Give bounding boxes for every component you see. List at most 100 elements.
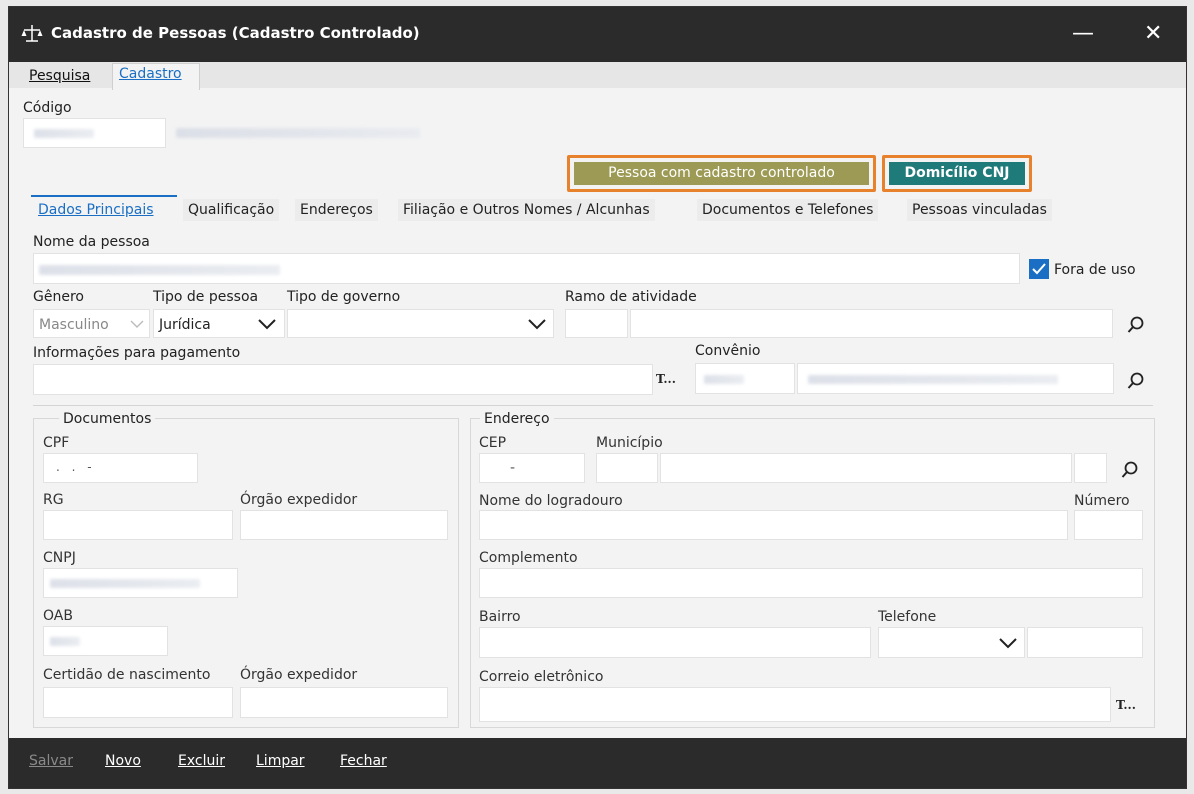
tab-enderecos[interactable]: Endereços bbox=[295, 199, 378, 221]
tipo-pessoa-select[interactable]: Jurídica bbox=[153, 309, 285, 338]
check-icon bbox=[1032, 263, 1046, 275]
genero-select[interactable]: Masculino bbox=[33, 309, 150, 338]
tab-documentos-telefones[interactable]: Documentos e Telefones bbox=[697, 199, 879, 221]
codigo-label: Código bbox=[23, 100, 72, 116]
tab-pessoas-vinculadas[interactable]: Pessoas vinculadas bbox=[907, 199, 1052, 221]
app-window: Cadastro de Pessoas (Cadastro Controlado… bbox=[8, 6, 1187, 789]
redacted-text bbox=[50, 637, 80, 646]
search-icon[interactable] bbox=[1127, 316, 1145, 334]
oab-label: OAB bbox=[43, 608, 73, 624]
bairro-input[interactable] bbox=[479, 627, 871, 658]
telefone-input[interactable] bbox=[1027, 627, 1143, 658]
logradouro-input[interactable] bbox=[479, 510, 1068, 540]
tipo-pessoa-label: Tipo de pessoa bbox=[153, 289, 259, 305]
codigo-input[interactable] bbox=[23, 118, 166, 148]
chevron-down-icon bbox=[258, 319, 276, 330]
telefone-label: Telefone bbox=[878, 609, 937, 625]
novo-button[interactable]: Novo bbox=[105, 753, 141, 769]
cpf-label: CPF bbox=[43, 435, 70, 451]
certidao-label: Certidão de nascimento bbox=[43, 667, 211, 683]
controlado-highlight: Pessoa com cadastro controlado bbox=[567, 155, 876, 192]
municipio-uf-input[interactable] bbox=[1074, 453, 1107, 483]
chevron-down-icon bbox=[999, 638, 1017, 649]
redacted-text bbox=[704, 375, 744, 384]
endereco-title: Endereço bbox=[480, 411, 554, 427]
rg-label: RG bbox=[43, 492, 64, 508]
ramo-desc-input[interactable] bbox=[630, 309, 1113, 338]
footer-bar: Salvar Novo Excluir Limpar Fechar bbox=[9, 738, 1186, 788]
scales-icon bbox=[21, 25, 43, 42]
controlado-button[interactable]: Pessoa com cadastro controlado bbox=[574, 162, 869, 185]
convenio-desc-input[interactable] bbox=[797, 363, 1114, 394]
tab-cadastro[interactable]: Cadastro bbox=[119, 66, 182, 82]
search-icon[interactable] bbox=[1121, 461, 1139, 479]
tab-dados-principais[interactable]: Dados Principais bbox=[33, 199, 159, 221]
email-ellipsis-button[interactable]: T... bbox=[1116, 698, 1136, 712]
numero-input[interactable] bbox=[1074, 510, 1143, 540]
tipo-pessoa-value: Jurídica bbox=[159, 317, 211, 333]
info-pagamento-input[interactable] bbox=[33, 364, 653, 395]
oab-input[interactable] bbox=[43, 626, 168, 656]
active-tab-indicator bbox=[31, 195, 177, 197]
email-input[interactable] bbox=[479, 687, 1111, 722]
municipio-code-input[interactable] bbox=[596, 453, 658, 483]
municipio-label: Município bbox=[596, 435, 663, 451]
close-button[interactable]: ✕ bbox=[1144, 23, 1162, 45]
minimize-button[interactable]: — bbox=[1072, 23, 1094, 45]
cnpj-input[interactable] bbox=[43, 568, 238, 598]
nome-input[interactable] bbox=[33, 253, 1020, 284]
limpar-button[interactable]: Limpar bbox=[256, 753, 305, 769]
cnpj-label: CNPJ bbox=[43, 550, 76, 566]
orgao-expedidor-2-label: Órgão expedidor bbox=[240, 667, 358, 683]
cep-mask: - bbox=[510, 460, 516, 476]
tab-qualificacao[interactable]: Qualificação bbox=[183, 199, 280, 221]
tab-filiacao[interactable]: Filiação e Outros Nomes / Alcunhas bbox=[398, 199, 655, 221]
telefone-type-select[interactable] bbox=[878, 627, 1025, 658]
ramo-code-input[interactable] bbox=[565, 309, 628, 338]
cpf-input[interactable]: . . - bbox=[43, 453, 198, 483]
certidao-input[interactable] bbox=[43, 687, 233, 718]
cep-label: CEP bbox=[479, 435, 507, 451]
email-label: Correio eletrônico bbox=[479, 669, 604, 685]
chevron-down-icon bbox=[130, 320, 144, 328]
tipo-governo-select[interactable] bbox=[287, 309, 554, 338]
fechar-button[interactable]: Fechar bbox=[340, 753, 387, 769]
complemento-input[interactable] bbox=[479, 568, 1143, 598]
logradouro-label: Nome do logradouro bbox=[479, 493, 623, 509]
separator bbox=[33, 405, 1153, 406]
numero-label: Número bbox=[1074, 493, 1130, 509]
cpf-mask: . . - bbox=[56, 460, 96, 474]
complemento-label: Complemento bbox=[479, 550, 578, 566]
ramo-label: Ramo de atividade bbox=[565, 289, 697, 305]
chevron-down-icon bbox=[528, 319, 546, 330]
rg-input[interactable] bbox=[43, 510, 233, 540]
convenio-code-input[interactable] bbox=[695, 363, 795, 394]
info-pagamento-ellipsis-button[interactable]: T... bbox=[656, 372, 676, 386]
title-bar: Cadastro de Pessoas (Cadastro Controlado… bbox=[9, 7, 1186, 62]
orgao-expedidor-2-input[interactable] bbox=[240, 687, 448, 718]
genero-label: Gênero bbox=[33, 289, 84, 305]
excluir-button[interactable]: Excluir bbox=[178, 753, 225, 769]
search-icon[interactable] bbox=[1127, 372, 1145, 390]
domicilio-button[interactable]: Domicílio CNJ bbox=[889, 162, 1025, 185]
redacted-text bbox=[808, 375, 1058, 384]
redacted-text bbox=[50, 579, 200, 588]
orgao-expedidor-label: Órgão expedidor bbox=[240, 492, 358, 508]
tab-pesquisa[interactable]: Pesquisa bbox=[29, 68, 90, 84]
nome-label: Nome da pessoa bbox=[33, 234, 150, 250]
bairro-label: Bairro bbox=[479, 609, 521, 625]
fora-uso-label: Fora de uso bbox=[1054, 262, 1136, 278]
domicilio-highlight: Domicílio CNJ bbox=[882, 155, 1032, 192]
salvar-button[interactable]: Salvar bbox=[29, 753, 73, 769]
window-title: Cadastro de Pessoas (Cadastro Controlado… bbox=[51, 24, 420, 42]
fora-uso-checkbox[interactable] bbox=[1029, 259, 1049, 279]
orgao-expedidor-input[interactable] bbox=[240, 510, 448, 540]
redacted-text bbox=[39, 265, 280, 275]
tipo-governo-label: Tipo de governo bbox=[287, 289, 401, 305]
redacted-text bbox=[34, 129, 94, 138]
cep-input[interactable]: - bbox=[479, 453, 585, 483]
info-pagamento-label: Informações para pagamento bbox=[33, 345, 241, 361]
redacted-name bbox=[176, 128, 420, 138]
genero-value: Masculino bbox=[39, 317, 109, 333]
municipio-name-input[interactable] bbox=[660, 453, 1072, 483]
